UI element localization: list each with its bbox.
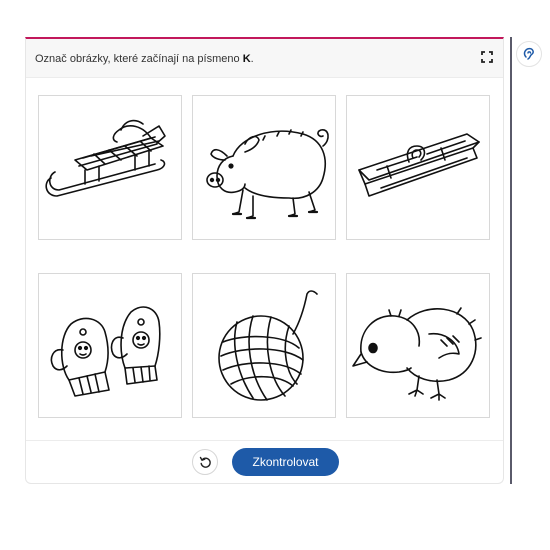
chick-icon: [352, 307, 482, 401]
ear-icon: [523, 47, 534, 60]
task-instruction: Označ obrázky, které začínají na písmeno…: [35, 53, 254, 65]
sidebar-divider: [510, 37, 512, 484]
instruction-letter: K: [242, 53, 251, 65]
sledge-icon: [45, 119, 166, 197]
clothespin-icon: [358, 133, 480, 197]
mittens-icon: [50, 306, 161, 397]
yarn-ball-icon: [218, 290, 318, 401]
card-footer: Zkontrolovat: [26, 440, 503, 483]
instruction-suffix: .: [250, 53, 254, 65]
image-tile-yarn[interactable]: [192, 273, 336, 418]
image-tile-mittens[interactable]: [38, 273, 182, 418]
instruction-prefix: Označ obrázky, které začínají na písmeno: [35, 53, 243, 65]
exercise-stage: Označ obrázky, které začínají na písmeno…: [0, 0, 550, 550]
image-tile-clothespin[interactable]: [346, 95, 490, 240]
pig-icon: [206, 129, 329, 220]
exercise-card: Označ obrázky, které začínají na písmeno…: [25, 37, 504, 484]
check-button[interactable]: Zkontrolovat: [232, 448, 339, 476]
image-tile-pig[interactable]: [192, 95, 336, 240]
card-header: Označ obrázky, které začínají na písmeno…: [26, 39, 503, 78]
image-tile-chick[interactable]: [346, 273, 490, 418]
listen-tool-button[interactable]: [516, 41, 542, 67]
fullscreen-button[interactable]: [480, 50, 494, 64]
fullscreen-icon: [481, 51, 493, 63]
image-tile-sledge[interactable]: [38, 95, 182, 240]
reset-button[interactable]: [192, 449, 218, 475]
reset-icon: [199, 456, 211, 468]
